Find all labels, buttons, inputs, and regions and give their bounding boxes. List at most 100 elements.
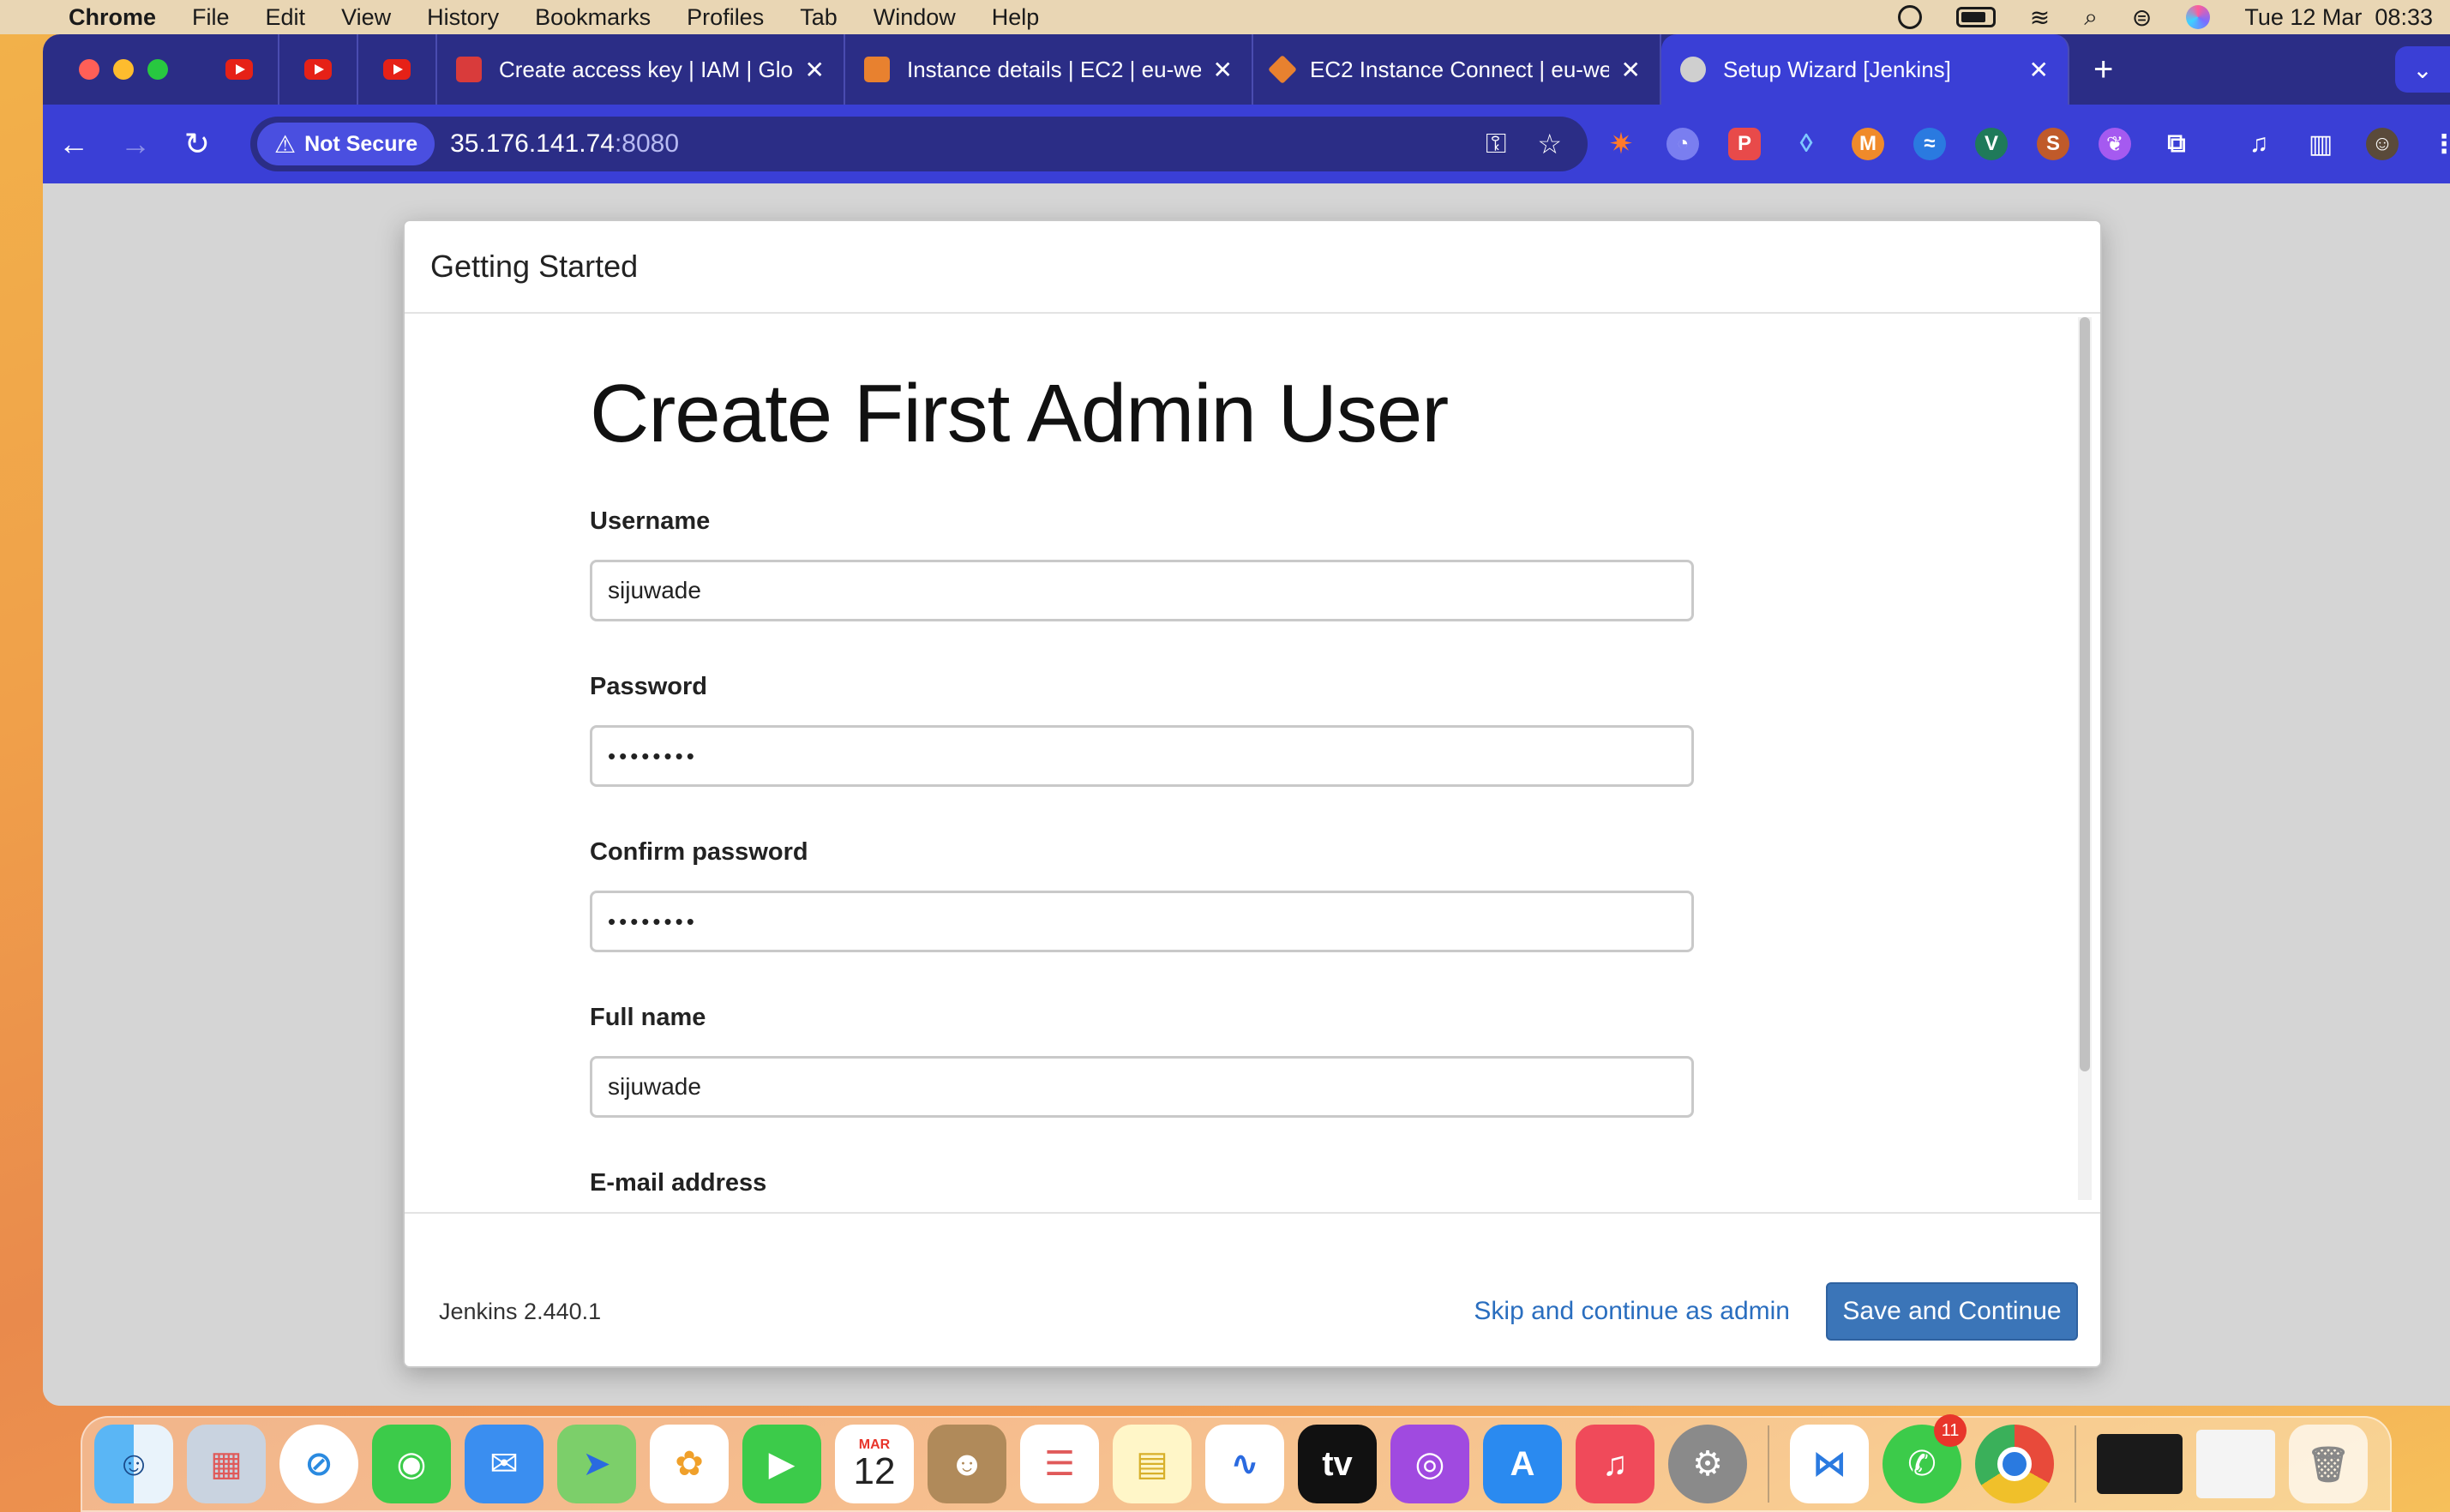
bookmark-star-icon[interactable]: ☆ xyxy=(1537,128,1562,160)
freeform-icon[interactable]: ∿ xyxy=(1205,1425,1284,1503)
extension-metamask-icon[interactable]: M xyxy=(1852,128,1884,160)
menu-app-name[interactable]: Chrome xyxy=(69,4,156,31)
notes-icon[interactable]: ▤ xyxy=(1113,1425,1192,1503)
extension-p-icon[interactable]: P xyxy=(1728,128,1761,160)
chrome-icon[interactable] xyxy=(1975,1425,2054,1503)
finder-icon[interactable]: ☺ xyxy=(94,1425,173,1503)
screen-recording-icon[interactable] xyxy=(1897,5,1922,29)
messages-icon[interactable]: ◉ xyxy=(372,1425,451,1503)
menu-tab[interactable]: Tab xyxy=(800,4,838,31)
contacts-icon[interactable]: ☻ xyxy=(928,1425,1006,1503)
pinned-tab-youtube-3[interactable] xyxy=(358,34,437,105)
extension-v-icon[interactable]: V xyxy=(1975,128,2008,160)
facetime-icon[interactable]: ▶ xyxy=(742,1425,821,1503)
extensions-puzzle-icon[interactable]: ⧉ xyxy=(2160,128,2193,160)
url-port: :8080 xyxy=(614,129,680,158)
extension-feather-icon[interactable]: ❦ xyxy=(2099,128,2131,160)
pinned-tab-youtube-1[interactable] xyxy=(201,34,279,105)
siri-icon[interactable] xyxy=(2186,5,2211,29)
zoom-window-button[interactable] xyxy=(147,59,168,80)
menu-bookmarks[interactable]: Bookmarks xyxy=(535,4,651,31)
mail-icon[interactable]: ✉ xyxy=(465,1425,543,1503)
calendar-icon[interactable]: MAR 12 xyxy=(835,1425,914,1503)
dialog-scrollbar[interactable] xyxy=(2078,317,2092,1200)
close-tab-icon[interactable]: ✕ xyxy=(2029,56,2049,84)
tab-ec2-instance-details[interactable]: Instance details | EC2 | eu-we ✕ xyxy=(845,34,1253,105)
trash-icon[interactable]: 🗑 xyxy=(2289,1425,2368,1503)
extension-drop-icon[interactable]: ◊ xyxy=(1790,128,1822,160)
close-window-button[interactable] xyxy=(79,59,99,80)
apple-tv-icon[interactable]: tv xyxy=(1298,1425,1377,1503)
new-tab-button[interactable]: + xyxy=(2093,51,2113,89)
url-text[interactable]: 35.176.141.74:8080 xyxy=(450,129,679,159)
save-and-continue-button[interactable]: Save and Continue xyxy=(1826,1282,2078,1341)
skip-continue-as-admin-link[interactable]: Skip and continue as admin xyxy=(1474,1297,1790,1326)
back-arrow-icon[interactable]: ← xyxy=(43,126,105,162)
username-field[interactable]: sijuwade xyxy=(590,560,1694,621)
page-viewport: Getting Started Create First Admin User … xyxy=(43,183,2450,1406)
vscode-icon[interactable]: ⋈ xyxy=(1790,1425,1869,1503)
menu-help[interactable]: Help xyxy=(992,4,1040,31)
chrome-menu-icon[interactable]: ⋮ xyxy=(2428,128,2450,160)
spotlight-search-icon[interactable]: ⌕ xyxy=(2084,3,2098,32)
dialog-title: Getting Started xyxy=(430,249,639,284)
menu-view[interactable]: View xyxy=(341,4,391,31)
menu-edit[interactable]: Edit xyxy=(266,4,306,31)
browser-toolbar: ← → ↻ ⚠ Not Secure 35.176.141.74:8080 ⚿ … xyxy=(43,105,2450,183)
tab-iam-access-key[interactable]: Create access key | IAM | Glob ✕ xyxy=(437,34,845,105)
podcasts-icon[interactable]: ◎ xyxy=(1390,1425,1469,1503)
tab-ec2-instance-connect[interactable]: EC2 Instance Connect | eu-we ✕ xyxy=(1253,34,1661,105)
tab-strip: Create access key | IAM | Glob ✕ Instanc… xyxy=(43,34,2450,105)
reload-icon[interactable]: ↻ xyxy=(166,126,228,162)
menu-window[interactable]: Window xyxy=(874,4,956,31)
extension-ghost-icon[interactable]: ◔ xyxy=(1666,128,1699,160)
chrome-center-icon xyxy=(1997,1447,2032,1481)
profile-avatar[interactable]: ☺ xyxy=(2366,128,2399,160)
password-label: Password xyxy=(590,673,707,700)
wifi-icon[interactable]: ≋ xyxy=(2030,3,2050,32)
address-bar[interactable]: ⚠ Not Secure 35.176.141.74:8080 ⚿ ☆ xyxy=(250,117,1588,171)
music-icon[interactable]: ♫ xyxy=(1576,1425,1654,1503)
macos-dock: ☺ ▦ ⊘ ◉ ✉ ➤ ✿ ▶ MAR 12 ☻ ☰ ▤ ∿ tv ◎ A ♫ … xyxy=(81,1414,2392,1512)
reminders-icon[interactable]: ☰ xyxy=(1020,1425,1099,1503)
menu-file[interactable]: File xyxy=(192,4,230,31)
scrollbar-thumb[interactable] xyxy=(2080,317,2090,1071)
youtube-icon xyxy=(304,59,332,80)
close-tab-icon[interactable]: ✕ xyxy=(1213,56,1233,84)
tab-search-chevron-icon[interactable]: ⌄ xyxy=(2395,46,2450,93)
email-label: E-mail address xyxy=(590,1169,767,1197)
system-settings-icon[interactable]: ⚙ xyxy=(1668,1425,1747,1503)
pinned-tab-youtube-2[interactable] xyxy=(279,34,358,105)
safari-icon[interactable]: ⊘ xyxy=(279,1425,358,1503)
aws-iam-favicon-icon xyxy=(456,57,482,82)
media-controls-icon[interactable]: ♫ xyxy=(2243,128,2275,160)
maps-icon[interactable]: ➤ xyxy=(557,1425,636,1503)
full-name-field[interactable]: sijuwade xyxy=(590,1056,1694,1118)
whatsapp-icon[interactable]: ✆ 11 xyxy=(1883,1414,1967,1503)
close-tab-icon[interactable]: ✕ xyxy=(805,56,825,84)
site-security-chip[interactable]: ⚠ Not Secure xyxy=(257,123,435,165)
close-tab-icon[interactable]: ✕ xyxy=(1621,56,1641,84)
launchpad-icon[interactable]: ▦ xyxy=(187,1425,266,1503)
password-field[interactable]: •••••••• xyxy=(590,725,1694,787)
photos-icon[interactable]: ✿ xyxy=(650,1425,729,1503)
menu-history[interactable]: History xyxy=(427,4,499,31)
extension-wave-icon[interactable]: ≈ xyxy=(1913,128,1946,160)
document-window-thumbnail[interactable] xyxy=(2196,1430,2275,1498)
menu-profiles[interactable]: Profiles xyxy=(687,4,764,31)
terminal-window-thumbnail[interactable] xyxy=(2097,1434,2183,1494)
tab-jenkins-setup-wizard[interactable]: Setup Wizard [Jenkins] ✕ xyxy=(1661,34,2069,105)
side-panel-icon[interactable]: ▥ xyxy=(2304,128,2337,160)
confirm-password-field[interactable]: •••••••• xyxy=(590,891,1694,952)
minimize-window-button[interactable] xyxy=(113,59,134,80)
menu-bar-clock[interactable]: Tue 12 Mar 08:33 xyxy=(2244,4,2433,31)
extension-sparkle-icon[interactable]: ✷ xyxy=(1605,128,1637,160)
app-store-icon[interactable]: A xyxy=(1483,1425,1562,1503)
password-key-icon[interactable]: ⚿ xyxy=(1486,128,1506,160)
extension-s-icon[interactable]: S xyxy=(2037,128,2069,160)
confirm-password-label: Confirm password xyxy=(590,838,808,866)
battery-icon[interactable] xyxy=(1955,7,1996,27)
forward-arrow-icon[interactable]: → xyxy=(105,126,166,162)
address-bar-actions: ⚿ ☆ xyxy=(1486,117,1562,171)
control-center-icon[interactable]: ⊜ xyxy=(2132,3,2152,32)
